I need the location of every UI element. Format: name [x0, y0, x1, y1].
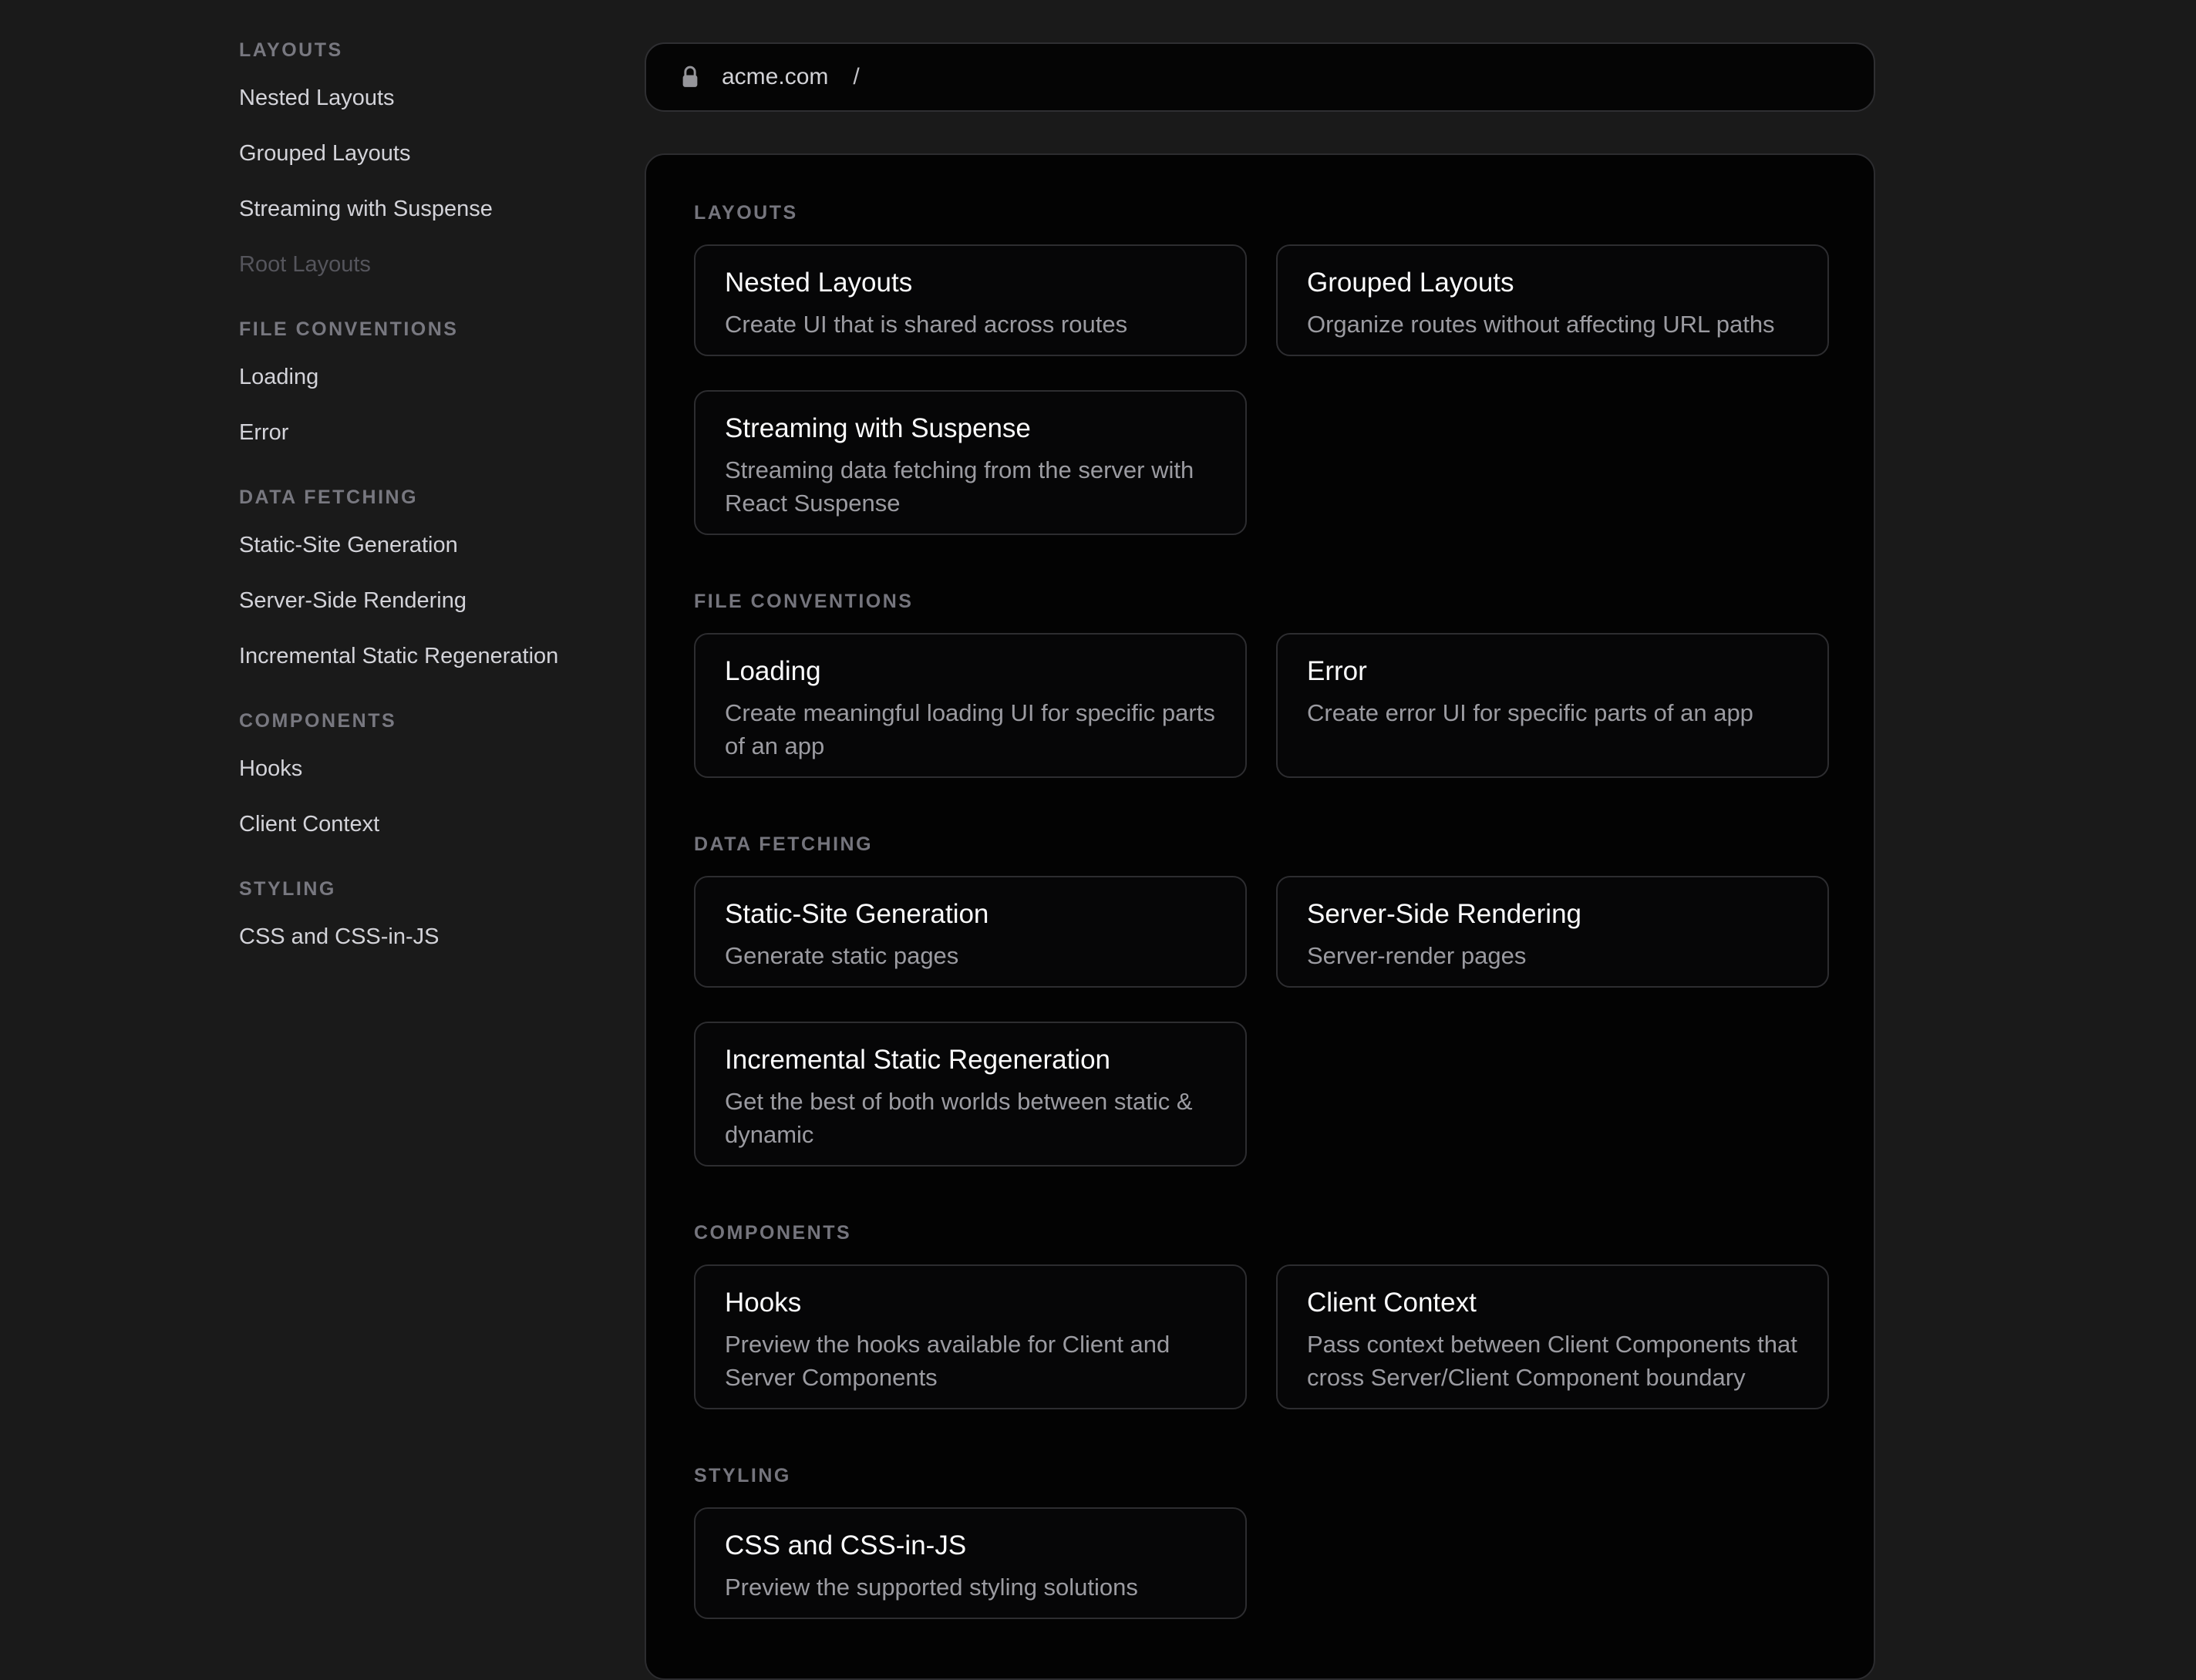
card-description: Generate static pages — [725, 939, 1216, 972]
card-title: Client Context — [1307, 1286, 1798, 1320]
lock-icon — [679, 65, 702, 89]
sidebar-section-components: COMPONENTS Hooks Client Context — [239, 709, 625, 837]
section-styling: STYLING CSS and CSS-in-JS Preview the su… — [694, 1464, 1829, 1619]
main-column: acme.com / LAYOUTS Nested Layouts Create… — [645, 42, 1875, 1680]
browser-viewport-panel: LAYOUTS Nested Layouts Create UI that is… — [645, 153, 1875, 1680]
sidebar-section-header: COMPONENTS — [239, 709, 625, 732]
sidebar-section-styling: STYLING CSS and CSS-in-JS — [239, 877, 625, 950]
section-label: FILE CONVENTIONS — [694, 590, 1829, 613]
card-description: Create meaningful loading UI for specifi… — [725, 696, 1216, 763]
card-error[interactable]: Error Create error UI for specific parts… — [1276, 633, 1829, 778]
card-title: Hooks — [725, 1286, 1216, 1320]
card-description: Preview the supported styling solutions — [725, 1571, 1216, 1604]
card-title: Nested Layouts — [725, 266, 1216, 300]
card-title: Grouped Layouts — [1307, 266, 1798, 300]
card-description: Create UI that is shared across routes — [725, 308, 1216, 341]
card-streaming-with-suspense[interactable]: Streaming with Suspense Streaming data f… — [694, 390, 1247, 535]
section-label: STYLING — [694, 1464, 1829, 1487]
card-description: Get the best of both worlds between stat… — [725, 1085, 1216, 1151]
card-grid: Loading Create meaningful loading UI for… — [694, 633, 1829, 778]
section-file-conventions: FILE CONVENTIONS Loading Create meaningf… — [694, 590, 1829, 778]
section-label: DATA FETCHING — [694, 833, 1829, 856]
card-nested-layouts[interactable]: Nested Layouts Create UI that is shared … — [694, 244, 1247, 356]
card-title: Error — [1307, 655, 1798, 688]
section-data-fetching: DATA FETCHING Static-Site Generation Gen… — [694, 833, 1829, 1167]
address-bar: acme.com / — [645, 42, 1875, 112]
sidebar-section-header: DATA FETCHING — [239, 486, 625, 509]
sidebar-item-server-side-rendering[interactable]: Server-Side Rendering — [239, 587, 625, 614]
section-components: COMPONENTS Hooks Preview the hooks avail… — [694, 1221, 1829, 1409]
card-title: Loading — [725, 655, 1216, 688]
card-grid: Static-Site Generation Generate static p… — [694, 876, 1829, 1167]
sidebar-item-error[interactable]: Error — [239, 419, 625, 446]
card-description: Preview the hooks available for Client a… — [725, 1328, 1216, 1394]
sidebar-item-loading[interactable]: Loading — [239, 364, 625, 390]
card-description: Pass context between Client Components t… — [1307, 1328, 1798, 1394]
sidebar: LAYOUTS Nested Layouts Grouped Layouts S… — [239, 39, 625, 990]
sidebar-item-incremental-static-regeneration[interactable]: Incremental Static Regeneration — [239, 643, 625, 669]
card-client-context[interactable]: Client Context Pass context between Clie… — [1276, 1264, 1829, 1409]
sidebar-section-file-conventions: FILE CONVENTIONS Loading Error — [239, 318, 625, 446]
card-loading[interactable]: Loading Create meaningful loading UI for… — [694, 633, 1247, 778]
sidebar-item-hooks[interactable]: Hooks — [239, 756, 625, 782]
card-grid: CSS and CSS-in-JS Preview the supported … — [694, 1507, 1829, 1619]
card-title: Incremental Static Regeneration — [725, 1043, 1216, 1077]
sidebar-item-css-and-css-in-js[interactable]: CSS and CSS-in-JS — [239, 924, 625, 950]
card-description: Server-render pages — [1307, 939, 1798, 972]
sidebar-section-header: LAYOUTS — [239, 39, 625, 62]
section-label: LAYOUTS — [694, 201, 1829, 224]
card-incremental-static-regeneration[interactable]: Incremental Static Regeneration Get the … — [694, 1022, 1247, 1167]
card-hooks[interactable]: Hooks Preview the hooks available for Cl… — [694, 1264, 1247, 1409]
section-label: COMPONENTS — [694, 1221, 1829, 1244]
sidebar-section-data-fetching: DATA FETCHING Static-Site Generation Ser… — [239, 486, 625, 669]
card-server-side-rendering[interactable]: Server-Side Rendering Server-render page… — [1276, 876, 1829, 988]
sidebar-section-layouts: LAYOUTS Nested Layouts Grouped Layouts S… — [239, 39, 625, 278]
card-grid: Hooks Preview the hooks available for Cl… — [694, 1264, 1829, 1409]
card-description: Create error UI for specific parts of an… — [1307, 696, 1798, 729]
card-description: Organize routes without affecting URL pa… — [1307, 308, 1798, 341]
card-css-and-css-in-js[interactable]: CSS and CSS-in-JS Preview the supported … — [694, 1507, 1247, 1619]
sidebar-item-nested-layouts[interactable]: Nested Layouts — [239, 85, 625, 111]
sidebar-item-grouped-layouts[interactable]: Grouped Layouts — [239, 140, 625, 167]
card-grouped-layouts[interactable]: Grouped Layouts Organize routes without … — [1276, 244, 1829, 356]
section-layouts: LAYOUTS Nested Layouts Create UI that is… — [694, 201, 1829, 535]
address-path: / — [853, 64, 859, 90]
card-description: Streaming data fetching from the server … — [725, 453, 1216, 520]
sidebar-item-root-layouts: Root Layouts — [239, 251, 625, 278]
card-title: Server-Side Rendering — [1307, 897, 1798, 931]
card-title: CSS and CSS-in-JS — [725, 1529, 1216, 1563]
card-title: Streaming with Suspense — [725, 412, 1216, 446]
sidebar-item-streaming-with-suspense[interactable]: Streaming with Suspense — [239, 196, 625, 222]
card-grid: Nested Layouts Create UI that is shared … — [694, 244, 1829, 535]
card-title: Static-Site Generation — [725, 897, 1216, 931]
sidebar-item-client-context[interactable]: Client Context — [239, 811, 625, 837]
address-domain: acme.com — [722, 64, 828, 90]
card-static-site-generation[interactable]: Static-Site Generation Generate static p… — [694, 876, 1247, 988]
sidebar-item-static-site-generation[interactable]: Static-Site Generation — [239, 532, 625, 558]
sidebar-section-header: STYLING — [239, 877, 625, 901]
sidebar-section-header: FILE CONVENTIONS — [239, 318, 625, 341]
